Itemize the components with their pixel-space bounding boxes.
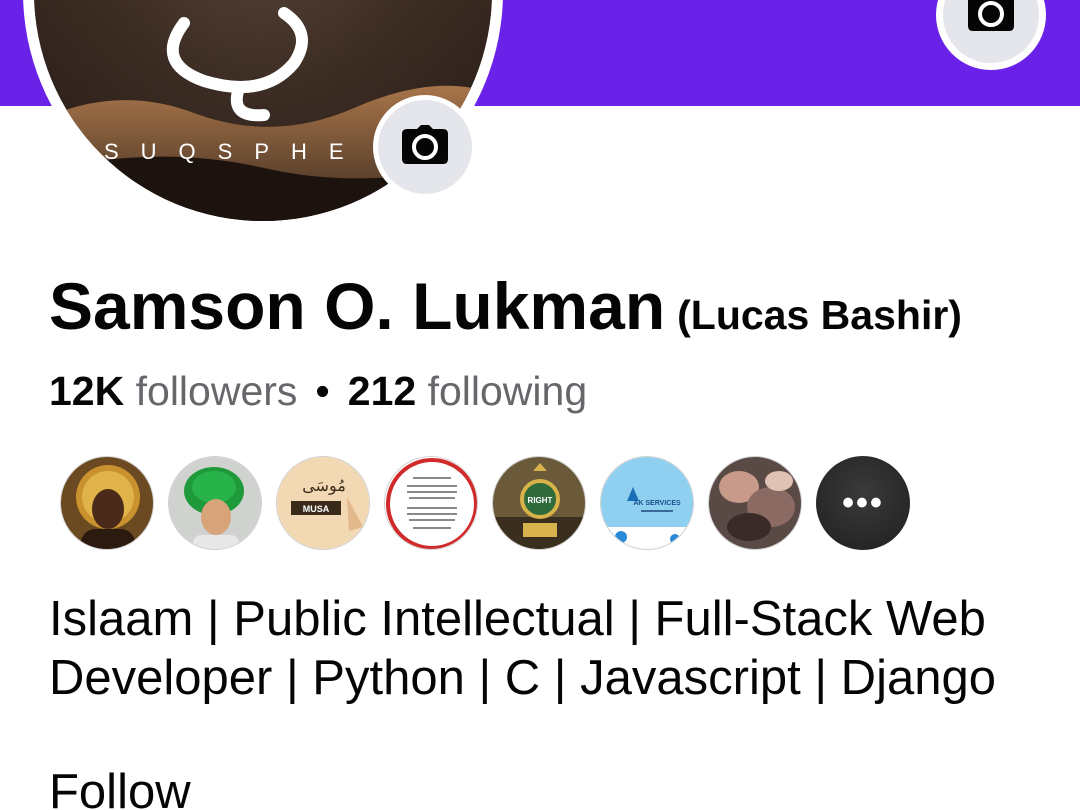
featured-item[interactable] xyxy=(168,456,262,550)
following-count: 212 xyxy=(347,368,417,414)
featured-item[interactable]: مُوسَى MUSA xyxy=(276,456,370,550)
following-label: following xyxy=(427,368,588,414)
followers-link[interactable]: 12K followers xyxy=(49,368,297,414)
featured-item[interactable]: AK SERVICES xyxy=(600,456,694,550)
followers-label: followers xyxy=(135,368,298,414)
profile-bio: Islaam | Public Intellectual | Full-Stac… xyxy=(49,590,1049,708)
featured-ak-label: AK SERVICES xyxy=(633,500,681,507)
bio-line: Developer | Python | C | Javascript | Dj… xyxy=(49,651,996,705)
featured-collections: مُوسَى MUSA RIGHT AK SERVICES ••• xyxy=(60,456,910,550)
profile-stats: 12K followers • 212 following xyxy=(49,368,587,415)
follow-button[interactable]: Follow xyxy=(49,764,191,810)
avatar-brand-text: SUQSPHE xyxy=(104,139,366,164)
featured-right-label: RIGHT xyxy=(528,496,553,505)
camera-icon xyxy=(967,0,1015,37)
edit-profile-picture-button[interactable] xyxy=(373,95,477,199)
featured-musa-label: MUSA xyxy=(303,504,330,514)
profile-name-row: Samson O. Lukman (Lucas Bashir) xyxy=(49,268,962,344)
profile-alternate-name: (Lucas Bashir) xyxy=(677,292,962,338)
profile-page: SUQSPHE Samson O. Lukman (Lucas Bashir) 1… xyxy=(0,0,1080,810)
following-link[interactable]: 212 following xyxy=(348,368,587,414)
followers-count: 12K xyxy=(49,368,125,414)
edit-cover-button-inner[interactable] xyxy=(943,0,1039,63)
profile-name: Samson O. Lukman xyxy=(49,269,666,343)
featured-item[interactable] xyxy=(708,456,802,550)
more-icon: ••• xyxy=(842,483,884,522)
svg-text:مُوسَى: مُوسَى xyxy=(302,476,346,495)
featured-item[interactable] xyxy=(384,456,478,550)
stats-separator: • xyxy=(315,368,330,414)
camera-icon xyxy=(401,124,449,170)
featured-item[interactable]: RIGHT xyxy=(492,456,586,550)
featured-more-button[interactable]: ••• xyxy=(816,456,910,550)
featured-item[interactable] xyxy=(60,456,154,550)
edit-profile-picture-button-inner[interactable] xyxy=(378,100,472,194)
bio-line: Islaam | Public Intellectual | Full-Stac… xyxy=(49,592,986,646)
